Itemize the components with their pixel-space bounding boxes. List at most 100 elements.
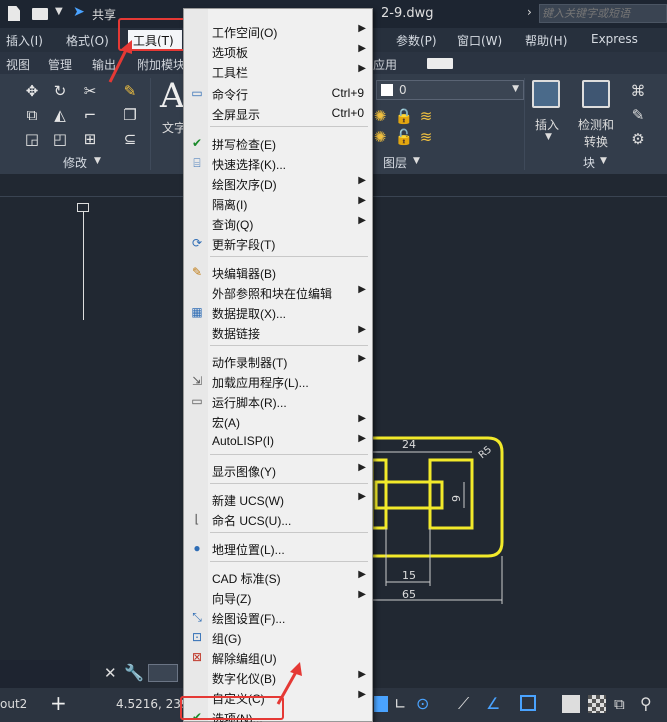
menu-item-8[interactable]: 隔离(I) ▶ xyxy=(184,193,372,213)
menu-help[interactable]: 帮助(H) xyxy=(525,32,567,49)
wrench-icon[interactable]: 🔧 xyxy=(124,663,144,682)
menu-item-17[interactable]: ▭ 运行脚本(R)... xyxy=(184,391,372,411)
menu-item-label: 拼写检查(E) xyxy=(212,138,276,152)
layer-match-icon[interactable]: ≋ xyxy=(416,128,436,146)
menu-insert[interactable]: 插入(I) xyxy=(6,32,43,49)
menu-item-0[interactable]: 工作空间(O) ▶ xyxy=(184,21,372,41)
menu-item-14[interactable]: 数据链接 ▶ xyxy=(184,322,372,342)
menu-item-12[interactable]: 外部参照和块在位编辑 ▶ xyxy=(184,282,372,302)
menu-item-label: 更新字段(T) xyxy=(212,238,276,252)
block-edit-icon[interactable]: ✎ xyxy=(628,106,648,124)
menu-item-19[interactable]: AutoLISP(I) ▶ xyxy=(184,431,372,451)
menu-item-2[interactable]: 工具栏 ▶ xyxy=(184,61,372,81)
trim-icon[interactable]: ✂ xyxy=(80,82,100,100)
dropdown-arrow-icon[interactable]: ▼ xyxy=(55,6,63,17)
menu-item-27[interactable]: ⊡ 组(G) xyxy=(184,627,372,647)
layer-stack-icon[interactable]: ≋ xyxy=(416,107,436,125)
menu-item-4[interactable]: 全屏显示 Ctrl+0 xyxy=(184,103,372,123)
convert-label[interactable]: 转换 xyxy=(584,133,608,150)
menu-express[interactable]: Express xyxy=(591,32,638,46)
menu-item-24[interactable]: CAD 标准(S) ▶ xyxy=(184,567,372,587)
block-panel-arrow-icon[interactable]: ▼ xyxy=(600,156,607,166)
command-line[interactable]: ✕ 🔧 xyxy=(90,660,667,688)
move-icon[interactable]: ✥ xyxy=(22,82,42,100)
menu-item-11[interactable]: ✎ 块编辑器(B) xyxy=(184,262,372,282)
layers-panel-label[interactable]: 图层 xyxy=(383,154,407,171)
lineweight-icon[interactable] xyxy=(562,695,580,713)
annotation-icon[interactable]: ⚲ xyxy=(640,694,652,713)
insert-label[interactable]: 插入 xyxy=(535,116,559,133)
layer-off-icon[interactable]: ✺ xyxy=(370,128,390,146)
menu-item-13[interactable]: ▦ 数据提取(X)... xyxy=(184,302,372,322)
tab-options-icon[interactable] xyxy=(427,58,453,69)
menu-item-23[interactable]: ● 地理位置(L)... xyxy=(184,538,372,558)
detect-convert-icon[interactable] xyxy=(582,80,610,108)
fillet-icon[interactable]: ⌐ xyxy=(80,106,100,124)
menu-item-7[interactable]: 绘图次序(D) ▶ xyxy=(184,173,372,193)
menu-item-20[interactable]: 显示图像(Y) ▶ xyxy=(184,460,372,480)
insert-block-icon[interactable] xyxy=(532,80,560,108)
array-icon[interactable]: ⊞ xyxy=(80,130,100,148)
otrack-icon[interactable]: ∠ xyxy=(486,694,500,713)
menu-item-10[interactable]: ⟳ 更新字段(T) xyxy=(184,233,372,253)
polar-icon[interactable]: ⊙ xyxy=(416,694,429,713)
scale-icon[interactable]: ◰ xyxy=(50,130,70,148)
modify-panel-arrow-icon[interactable]: ▼ xyxy=(94,156,101,166)
tab-view[interactable]: 视图 xyxy=(6,56,30,73)
block-panel-label[interactable]: 块 xyxy=(583,154,595,171)
layer-lock-icon[interactable]: 🔒 xyxy=(394,107,414,125)
command-prompt-icon[interactable] xyxy=(148,664,178,682)
stretch-icon[interactable]: ◲ xyxy=(22,130,42,148)
tab-addins[interactable]: 附加模块 xyxy=(137,56,185,73)
copy-icon[interactable]: ⧉ xyxy=(22,106,42,124)
menu-item-6[interactable]: ⌸ 快速选择(K)... xyxy=(184,153,372,173)
block-create-icon[interactable]: ⌘ xyxy=(628,82,648,100)
menu-item-label: 加载应用程序(L)... xyxy=(212,376,309,390)
share-icon[interactable]: ➤ xyxy=(73,4,85,20)
menu-item-5[interactable]: ✔ 拼写检查(E) xyxy=(184,133,372,153)
menu-item-25[interactable]: 向导(Z) ▶ xyxy=(184,587,372,607)
layer-dropdown[interactable]: 0 ▼ xyxy=(376,80,524,100)
new-file-icon[interactable] xyxy=(8,6,20,21)
menu-item-21[interactable]: 新建 UCS(W) ▶ xyxy=(184,489,372,509)
menu-item-18[interactable]: 宏(A) ▶ xyxy=(184,411,372,431)
model-grid-icon[interactable] xyxy=(374,696,388,712)
close-icon[interactable]: ✕ xyxy=(104,664,117,682)
search-input[interactable] xyxy=(539,4,667,23)
detect-label[interactable]: 检测和 xyxy=(578,116,614,133)
modify-panel-label[interactable]: 修改 xyxy=(63,154,87,171)
osnap-icon[interactable]: ⟋ xyxy=(458,694,469,714)
offset-icon[interactable]: ⊆ xyxy=(120,130,140,148)
layout-tab[interactable]: out2 xyxy=(0,697,27,711)
menu-item-26[interactable]: ⤡ 绘图设置(F)... xyxy=(184,607,372,627)
tab-apps[interactable]: 应用 xyxy=(373,56,397,73)
layer-freeze-icon[interactable]: ✺ xyxy=(370,107,390,125)
dyn-input-icon[interactable] xyxy=(520,695,536,711)
explode-icon[interactable]: ❐ xyxy=(120,106,140,124)
layers-panel-arrow-icon[interactable]: ▼ xyxy=(413,156,420,166)
text-icon[interactable]: A xyxy=(160,76,185,116)
drawing-part: 24 9 15 65 R5 xyxy=(370,436,504,604)
menu-parameters[interactable]: 参数(P) xyxy=(396,32,437,49)
menu-item-1[interactable]: 选项板 ▶ xyxy=(184,41,372,61)
layer-unlock-icon[interactable]: 🔓 xyxy=(394,128,414,146)
mirror-icon[interactable]: ◭ xyxy=(50,106,70,124)
add-layout-icon[interactable]: + xyxy=(50,691,67,715)
insert-arrow-icon[interactable]: ▼ xyxy=(545,132,552,142)
ortho-icon[interactable]: ∟ xyxy=(394,695,407,713)
rotate-icon[interactable]: ↻ xyxy=(50,82,70,100)
menu-item-3[interactable]: ▭ 命令行 Ctrl+9 xyxy=(184,83,372,103)
block-attr-icon[interactable]: ⚙ xyxy=(628,130,648,148)
menu-item-15[interactable]: 动作录制器(T) ▶ xyxy=(184,351,372,371)
share-label[interactable]: 共享 xyxy=(92,6,116,23)
submenu-arrow-icon: ▶ xyxy=(358,491,366,502)
selection-cycle-icon[interactable]: ⧉ xyxy=(614,695,625,713)
menu-item-22[interactable]: ⌊ 命名 UCS(U)... xyxy=(184,509,372,529)
window-arrow-icon[interactable]: › xyxy=(527,5,532,19)
menu-item-9[interactable]: 查询(Q) ▶ xyxy=(184,213,372,233)
open-folder-icon[interactable] xyxy=(32,8,48,20)
transparency-icon[interactable] xyxy=(588,695,606,713)
menu-item-16[interactable]: ⇲ 加载应用程序(L)... xyxy=(184,371,372,391)
tab-manage[interactable]: 管理 xyxy=(48,56,72,73)
menu-window[interactable]: 窗口(W) xyxy=(457,32,502,49)
